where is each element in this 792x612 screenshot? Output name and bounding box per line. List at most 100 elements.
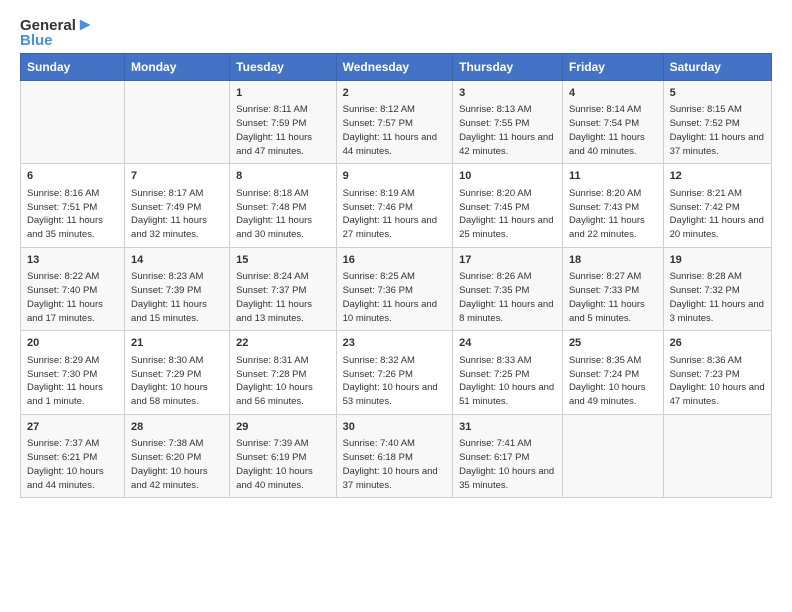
- calendar-week-row: 20 Sunrise: 8:29 AM Sunset: 7:30 PM Dayli…: [21, 331, 772, 414]
- calendar-cell: 11 Sunrise: 8:20 AM Sunset: 7:43 PM Dayli…: [562, 164, 663, 247]
- calendar-cell: 18 Sunrise: 8:27 AM Sunset: 7:33 PM Dayli…: [562, 247, 663, 330]
- calendar-cell: 16 Sunrise: 8:25 AM Sunset: 7:36 PM Dayli…: [336, 247, 453, 330]
- day-info: Sunrise: 8:27 AM Sunset: 7:33 PM Dayligh…: [569, 270, 657, 325]
- day-info: Sunrise: 8:16 AM Sunset: 7:51 PM Dayligh…: [27, 187, 118, 242]
- calendar-cell: 27Sunrise: 7:37 AM Sunset: 6:21 PM Dayli…: [21, 414, 125, 497]
- calendar-week-row: 1 Sunrise: 8:11 AM Sunset: 7:59 PM Daylig…: [21, 81, 772, 164]
- day-info: Sunrise: 8:22 AM Sunset: 7:40 PM Dayligh…: [27, 270, 118, 325]
- day-of-week-header: Friday: [562, 54, 663, 81]
- day-info: Sunrise: 8:17 AM Sunset: 7:49 PM Dayligh…: [131, 187, 223, 242]
- day-number: 7: [131, 169, 223, 184]
- day-of-week-header: Saturday: [663, 54, 771, 81]
- day-number: 17: [459, 253, 556, 268]
- day-number: 3: [459, 86, 556, 101]
- calendar-cell: 20 Sunrise: 8:29 AM Sunset: 7:30 PM Dayli…: [21, 331, 125, 414]
- logo-arrow-icon: [78, 16, 96, 34]
- day-info: Sunrise: 8:32 AM Sunset: 7:26 PM Dayligh…: [343, 354, 447, 409]
- day-info: Sunrise: 8:36 AM Sunset: 7:23 PM Dayligh…: [670, 354, 765, 409]
- calendar-body: 1 Sunrise: 8:11 AM Sunset: 7:59 PM Daylig…: [21, 81, 772, 498]
- day-number: 6: [27, 169, 118, 184]
- day-info: Sunrise: 7:41 AM Sunset: 6:17 PM Dayligh…: [459, 437, 556, 492]
- calendar-cell: 25 Sunrise: 8:35 AM Sunset: 7:24 PM Dayli…: [562, 331, 663, 414]
- day-number: 8: [236, 169, 329, 184]
- day-number: 21: [131, 336, 223, 351]
- calendar-header: SundayMondayTuesdayWednesdayThursdayFrid…: [21, 54, 772, 81]
- calendar-week-row: 13 Sunrise: 8:22 AM Sunset: 7:40 PM Dayli…: [21, 247, 772, 330]
- calendar-cell: 31 Sunrise: 7:41 AM Sunset: 6:17 PM Dayli…: [453, 414, 563, 497]
- calendar-cell: 2 Sunrise: 8:12 AM Sunset: 7:57 PM Daylig…: [336, 81, 453, 164]
- day-info: Sunrise: 8:18 AM Sunset: 7:48 PM Dayligh…: [236, 187, 329, 242]
- day-info: Sunrise: 8:11 AM Sunset: 7:59 PM Dayligh…: [236, 103, 329, 158]
- day-info: Sunrise: 8:12 AM Sunset: 7:57 PM Dayligh…: [343, 103, 447, 158]
- day-number: 31: [459, 420, 556, 435]
- calendar-cell: 21Sunrise: 8:30 AM Sunset: 7:29 PM Dayli…: [125, 331, 230, 414]
- day-info: Sunrise: 8:20 AM Sunset: 7:43 PM Dayligh…: [569, 187, 657, 242]
- day-number: 28: [131, 420, 223, 435]
- day-number: 25: [569, 336, 657, 351]
- calendar-week-row: 6 Sunrise: 8:16 AM Sunset: 7:51 PM Daylig…: [21, 164, 772, 247]
- calendar-cell: 15 Sunrise: 8:24 AM Sunset: 7:37 PM Dayli…: [230, 247, 336, 330]
- day-number: 20: [27, 336, 118, 351]
- day-info: Sunrise: 8:25 AM Sunset: 7:36 PM Dayligh…: [343, 270, 447, 325]
- day-of-week-header: Tuesday: [230, 54, 336, 81]
- day-number: 10: [459, 169, 556, 184]
- calendar-cell: 8 Sunrise: 8:18 AM Sunset: 7:48 PM Daylig…: [230, 164, 336, 247]
- calendar-cell: 5 Sunrise: 8:15 AM Sunset: 7:52 PM Daylig…: [663, 81, 771, 164]
- day-number: 1: [236, 86, 329, 101]
- calendar-cell: 29Sunrise: 7:39 AM Sunset: 6:19 PM Dayli…: [230, 414, 336, 497]
- day-number: 26: [670, 336, 765, 351]
- header-row: SundayMondayTuesdayWednesdayThursdayFrid…: [21, 54, 772, 81]
- calendar-cell: 13 Sunrise: 8:22 AM Sunset: 7:40 PM Dayli…: [21, 247, 125, 330]
- calendar-cell: 26 Sunrise: 8:36 AM Sunset: 7:23 PM Dayli…: [663, 331, 771, 414]
- day-number: 16: [343, 253, 447, 268]
- calendar-cell: 28 Sunrise: 7:38 AM Sunset: 6:20 PM Dayli…: [125, 414, 230, 497]
- day-number: 19: [670, 253, 765, 268]
- day-info: Sunrise: 8:29 AM Sunset: 7:30 PM Dayligh…: [27, 354, 118, 409]
- calendar-cell: 24Sunrise: 8:33 AM Sunset: 7:25 PM Dayli…: [453, 331, 563, 414]
- day-info: Sunrise: 8:24 AM Sunset: 7:37 PM Dayligh…: [236, 270, 329, 325]
- day-of-week-header: Thursday: [453, 54, 563, 81]
- day-info: Sunrise: 8:26 AM Sunset: 7:35 PM Dayligh…: [459, 270, 556, 325]
- day-info: Sunrise: 7:38 AM Sunset: 6:20 PM Dayligh…: [131, 437, 223, 492]
- day-number: 30: [343, 420, 447, 435]
- calendar-cell: 12Sunrise: 8:21 AM Sunset: 7:42 PM Dayli…: [663, 164, 771, 247]
- logo: General Blue: [20, 16, 96, 49]
- day-info: Sunrise: 7:37 AM Sunset: 6:21 PM Dayligh…: [27, 437, 118, 492]
- page-container: General Blue SundayMondayTuesdayWednesda…: [0, 0, 792, 514]
- calendar-cell: 14Sunrise: 8:23 AM Sunset: 7:39 PM Dayli…: [125, 247, 230, 330]
- calendar-cell: 10Sunrise: 8:20 AM Sunset: 7:45 PM Dayli…: [453, 164, 563, 247]
- day-number: 4: [569, 86, 657, 101]
- day-info: Sunrise: 8:14 AM Sunset: 7:54 PM Dayligh…: [569, 103, 657, 158]
- day-info: Sunrise: 8:31 AM Sunset: 7:28 PM Dayligh…: [236, 354, 329, 409]
- day-info: Sunrise: 8:23 AM Sunset: 7:39 PM Dayligh…: [131, 270, 223, 325]
- calendar-cell: 17 Sunrise: 8:26 AM Sunset: 7:35 PM Dayli…: [453, 247, 563, 330]
- day-number: 18: [569, 253, 657, 268]
- calendar-cell: 22Sunrise: 8:31 AM Sunset: 7:28 PM Dayli…: [230, 331, 336, 414]
- day-number: 29: [236, 420, 329, 435]
- day-info: Sunrise: 8:19 AM Sunset: 7:46 PM Dayligh…: [343, 187, 447, 242]
- day-number: 23: [343, 336, 447, 351]
- calendar-cell: 1 Sunrise: 8:11 AM Sunset: 7:59 PM Daylig…: [230, 81, 336, 164]
- day-number: 11: [569, 169, 657, 184]
- day-number: 13: [27, 253, 118, 268]
- day-info: Sunrise: 8:28 AM Sunset: 7:32 PM Dayligh…: [670, 270, 765, 325]
- calendar-cell: 7 Sunrise: 8:17 AM Sunset: 7:49 PM Daylig…: [125, 164, 230, 247]
- calendar-cell: [125, 81, 230, 164]
- calendar-cell: 3Sunrise: 8:13 AM Sunset: 7:55 PM Daylig…: [453, 81, 563, 164]
- calendar-table: SundayMondayTuesdayWednesdayThursdayFrid…: [20, 53, 772, 498]
- calendar-cell: 6 Sunrise: 8:16 AM Sunset: 7:51 PM Daylig…: [21, 164, 125, 247]
- day-number: 2: [343, 86, 447, 101]
- day-number: 12: [670, 169, 765, 184]
- calendar-cell: 19 Sunrise: 8:28 AM Sunset: 7:32 PM Dayli…: [663, 247, 771, 330]
- day-number: 9: [343, 169, 447, 184]
- calendar-cell: [663, 414, 771, 497]
- day-info: Sunrise: 8:15 AM Sunset: 7:52 PM Dayligh…: [670, 103, 765, 158]
- day-number: 15: [236, 253, 329, 268]
- calendar-cell: 30Sunrise: 7:40 AM Sunset: 6:18 PM Dayli…: [336, 414, 453, 497]
- day-info: Sunrise: 8:33 AM Sunset: 7:25 PM Dayligh…: [459, 354, 556, 409]
- day-info: Sunrise: 8:35 AM Sunset: 7:24 PM Dayligh…: [569, 354, 657, 409]
- calendar-cell: 4 Sunrise: 8:14 AM Sunset: 7:54 PM Daylig…: [562, 81, 663, 164]
- calendar-cell: [21, 81, 125, 164]
- header: General Blue: [20, 16, 772, 49]
- day-number: 5: [670, 86, 765, 101]
